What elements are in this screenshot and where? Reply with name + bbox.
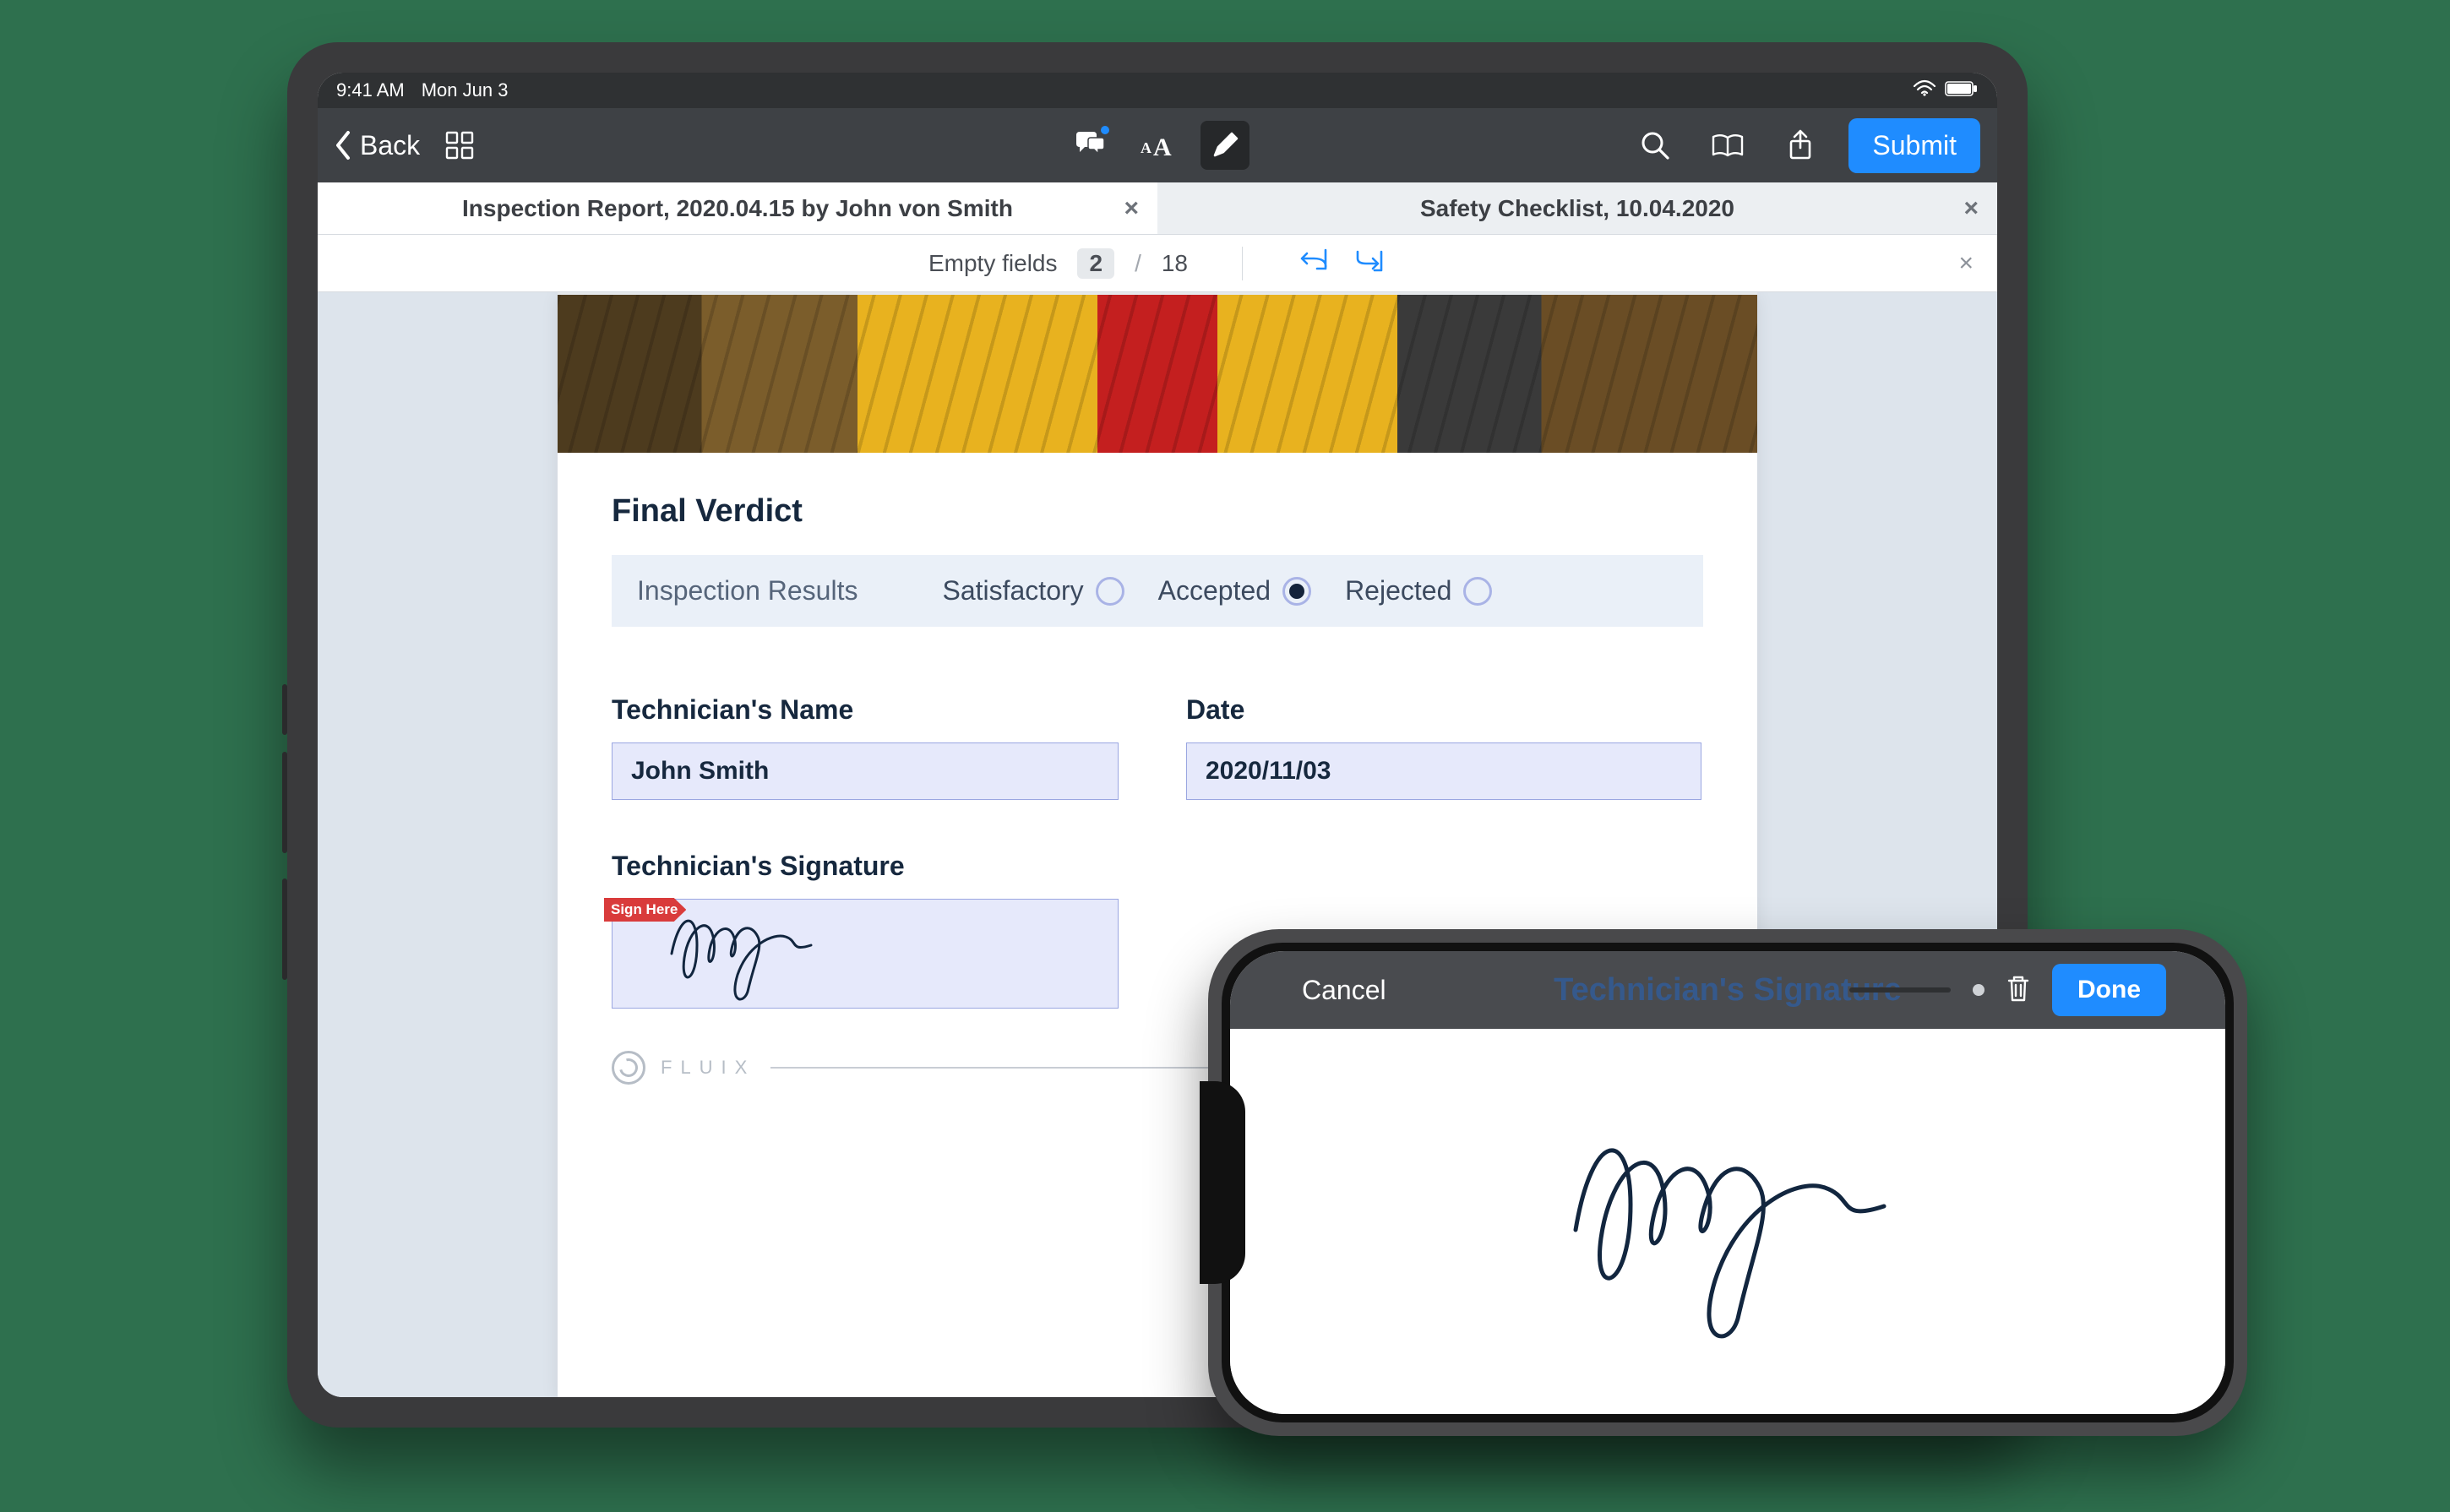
field-label: Date [1186,694,1701,726]
iphone-notch [1200,1081,1245,1284]
cancel-button[interactable]: Cancel [1302,975,1386,1006]
radio-accepted[interactable]: Accepted [1158,575,1311,606]
notification-dot-icon [1101,126,1109,134]
trash-icon [2006,975,2030,1002]
inspection-results-row: Inspection Results Satisfactory Accepted… [612,555,1703,627]
inspection-photo [558,292,1757,453]
done-button[interactable]: Done [2052,964,2166,1016]
status-date: Mon Jun 3 [422,79,509,101]
delete-button[interactable] [2006,975,2030,1006]
iphone-screen: Cancel Technician's Signature Done [1230,951,2225,1414]
technician-name-field: Technician's Name John Smith [612,694,1119,800]
back-label: Back [360,130,420,161]
bookmarks-button[interactable] [1703,121,1752,170]
field-label: Technician's Name [612,694,1119,726]
radio-icon [1096,577,1124,606]
chat-bubbles-icon [1073,130,1107,160]
radio-label: Rejected [1345,575,1451,606]
annotate-button[interactable] [1200,121,1250,170]
svg-text:A: A [1141,139,1152,156]
submit-button[interactable]: Submit [1848,118,1980,173]
comments-button[interactable] [1065,121,1114,170]
chevron-left-icon [335,131,351,160]
signature-canvas[interactable] [1230,1029,2225,1414]
empty-fields-label: Empty fields [928,250,1058,277]
radio-icon [1463,577,1492,606]
next-field-button[interactable] [1353,247,1386,280]
color-picker-button[interactable] [1973,984,1984,996]
brand-name: FLUIX [661,1057,755,1079]
divider [1242,247,1243,280]
search-icon [1641,131,1669,160]
pencil-icon [1211,132,1239,159]
prev-field-button[interactable] [1297,247,1331,280]
document-tabs: Inspection Report, 2020.04.15 by John vo… [318,182,1997,235]
signature-input[interactable]: Sign Here [612,899,1119,1009]
signature-glyph-icon [1550,1112,1905,1331]
text-size-button[interactable]: A A [1133,121,1182,170]
count-separator: / [1135,250,1141,277]
date-input[interactable]: 2020/11/03 [1186,742,1701,800]
search-button[interactable] [1631,121,1680,170]
tab-label: Safety Checklist, 10.04.2020 [1420,195,1734,222]
wifi-icon [1913,79,1936,101]
final-verdict-heading: Final Verdict [612,493,1703,530]
prev-field-icon [1297,247,1331,274]
technician-name-input[interactable]: John Smith [612,742,1119,800]
status-time: 9:41 AM [336,79,405,101]
nav-bar: Back [318,108,1997,182]
tab-inspection-report[interactable]: Inspection Report, 2020.04.15 by John vo… [318,182,1157,234]
empty-fields-count: 2 [1077,248,1114,279]
close-tab-button[interactable]: × [1124,194,1139,223]
text-size-icon: A A [1139,133,1176,158]
radio-label: Satisfactory [942,575,1083,606]
status-bar: 9:41 AM Mon Jun 3 [318,73,1997,108]
close-fields-bar-button[interactable]: × [1958,249,1974,278]
date-field: Date 2020/11/03 [1186,694,1701,800]
radio-rejected[interactable]: Rejected [1345,575,1492,606]
empty-fields-bar: Empty fields 2 / 18 × [318,235,1997,292]
battery-icon [1945,79,1979,101]
inspection-results-label: Inspection Results [637,575,858,606]
fluix-logo-icon [612,1051,645,1085]
iphone-device-frame: Cancel Technician's Signature Done [1208,929,2247,1436]
back-button[interactable]: Back [335,130,420,161]
radio-label: Accepted [1158,575,1271,606]
tab-safety-checklist[interactable]: Safety Checklist, 10.04.2020 × [1157,182,1997,234]
tab-label: Inspection Report, 2020.04.15 by John vo… [462,195,1013,222]
total-fields-count: 18 [1162,250,1188,277]
open-book-icon [1711,133,1745,158]
signature-glyph-icon [663,903,849,996]
share-icon [1788,129,1813,161]
share-button[interactable] [1776,121,1825,170]
svg-text:A: A [1153,133,1172,161]
field-label: Technician's Signature [612,851,1703,882]
grid-view-button[interactable] [435,121,484,170]
radio-icon [1282,577,1311,606]
next-field-icon [1353,247,1386,274]
close-tab-button[interactable]: × [1963,194,1979,223]
opacity-slider[interactable] [1849,987,1951,993]
radio-satisfactory[interactable]: Satisfactory [942,575,1124,606]
signature-editor-nav: Cancel Technician's Signature Done [1230,951,2225,1029]
grid-icon [445,131,474,160]
